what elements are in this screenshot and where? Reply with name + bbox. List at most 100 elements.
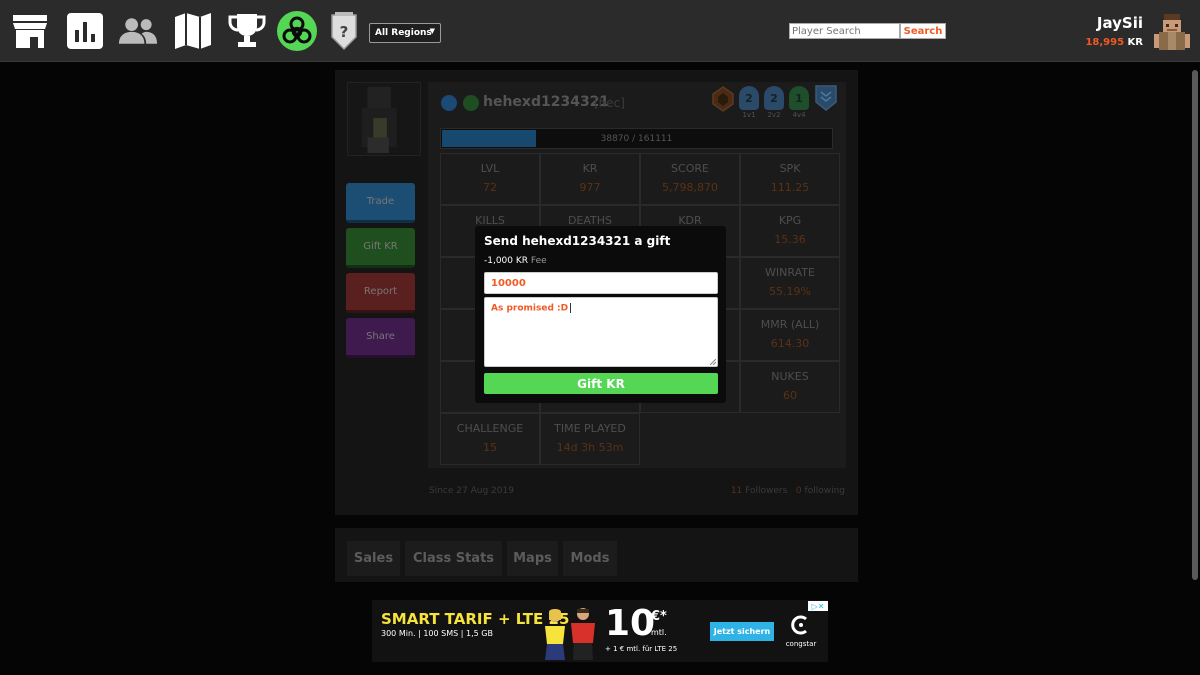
ad-person-man [571, 608, 595, 660]
unknown-rank-icon[interactable]: ? [328, 11, 360, 51]
xp-progress-bar: 38870 / 161111 [440, 128, 833, 149]
ad-price-note: + 1 € mtl. für LTE 25 [605, 645, 678, 653]
ad-cta-button[interactable]: Jetzt sichern [710, 622, 774, 641]
stat-label: CHALLENGE [456, 422, 524, 435]
kr-balance: 18,995 KR [1085, 37, 1143, 48]
share-button[interactable]: Share [346, 318, 415, 358]
stat-value: 15.36 [774, 233, 806, 246]
stat-value: 5,798,870 [662, 181, 718, 194]
rank-label-4v4: 4v4 [792, 111, 806, 119]
gift-modal-title: Send hehexd1234321 a gift [484, 234, 671, 248]
rank-badge-1v1-value: 2 [745, 91, 753, 105]
follow-counts: 11 Followers 0 following [731, 486, 845, 496]
stat-value: 14d 3h 53m [556, 441, 624, 454]
kr-unit: KR [1127, 37, 1143, 48]
friends-icon[interactable] [118, 11, 158, 51]
text-caret [570, 303, 572, 313]
region-select[interactable]: All Regions ▼ [369, 23, 441, 43]
trade-button[interactable]: Trade [346, 183, 415, 223]
report-button[interactable]: Report [346, 273, 415, 313]
stat-cell: LVL 72 [440, 153, 540, 205]
gift-message-value: As promised :D [491, 303, 569, 314]
following-count[interactable]: 0 [796, 486, 802, 496]
season-badge-icon [815, 85, 837, 111]
stat-value: 111.25 [770, 181, 810, 194]
profile-clan[interactable]: [hec] [594, 96, 625, 110]
username[interactable]: JaySii [1097, 14, 1143, 32]
followers-label[interactable]: Followers [745, 486, 787, 496]
stat-cell: CHALLENGE 15 [440, 413, 540, 465]
gift-fee: -1,000 KR Fee [484, 256, 547, 266]
resize-handle-icon[interactable] [710, 359, 716, 365]
profile-name: hehexd1234321 [483, 94, 610, 110]
stat-cell: KR 977 [540, 153, 640, 205]
store-icon[interactable] [10, 11, 50, 51]
stat-label: LVL [480, 162, 500, 175]
tab-maps[interactable]: Maps [507, 541, 558, 576]
biohazard-icon[interactable] [277, 11, 317, 51]
ad-price: 10 [605, 603, 656, 644]
clan-icon [463, 95, 479, 111]
gift-amount-value: 10000 [491, 277, 526, 289]
stat-label: KR [582, 162, 598, 175]
ad-subline: 300 Min. | 100 SMS | 1,5 GB [381, 629, 493, 638]
kr-amount: 18,995 [1085, 37, 1125, 48]
ad-close-icon[interactable]: ▷✕ [808, 601, 828, 611]
stat-value: 55.19% [769, 285, 811, 298]
gift-message-textarea[interactable]: As promised :D [484, 297, 718, 367]
tab-class-stats[interactable]: Class Stats [405, 541, 502, 576]
svg-text:?: ? [340, 23, 349, 41]
report-button-label: Report [363, 286, 398, 297]
stat-value: 977 [579, 181, 601, 194]
tab-sales[interactable]: Sales [347, 541, 400, 576]
followers-count[interactable]: 11 [731, 486, 742, 496]
gift-kr-submit-button[interactable]: Gift KR [484, 373, 718, 394]
ad-brand: congstar [785, 640, 817, 648]
gift-fee-label: Fee [530, 256, 547, 266]
map-icon[interactable] [173, 11, 213, 51]
gift-kr-button-label: Gift KR [363, 241, 398, 252]
congstar-logo-icon [791, 615, 807, 635]
rank-label-2v2: 2v2 [767, 111, 781, 119]
stat-cell: SPK 111.25 [740, 153, 840, 205]
stat-label: WINRATE [765, 266, 815, 279]
page-scrollbar[interactable] [1192, 70, 1198, 580]
stat-cell: MMR (ALL) 614.30 [740, 309, 840, 361]
ad-price-unit: €* [651, 609, 667, 624]
stat-label: TIME PLAYED [554, 422, 626, 435]
rank-badge-2v2-value: 2 [770, 91, 778, 105]
gift-kr-button[interactable]: Gift KR [346, 228, 415, 268]
stat-cell: TIME PLAYED 14d 3h 53m [540, 413, 640, 465]
ad-person-woman [545, 609, 565, 660]
region-select-label: All Regions [375, 28, 432, 38]
search-button[interactable]: Search [900, 23, 946, 39]
trade-button-label: Trade [366, 196, 395, 207]
stat-value: 60 [783, 389, 797, 402]
following-label[interactable]: following [805, 486, 845, 496]
user-avatar[interactable] [1153, 12, 1191, 50]
stat-value: 72 [483, 181, 497, 194]
stat-cell: NUKES 60 [740, 361, 840, 413]
dropdown-arrow-icon: ▼ [429, 27, 435, 35]
stat-label: KPG [778, 214, 802, 227]
player-skin [347, 82, 421, 156]
competitive-rank-icon [712, 86, 734, 112]
ad-price-period: mtl. [651, 628, 667, 637]
member-since: Since 27 Aug 2019 [429, 486, 514, 496]
stat-value: 15 [483, 441, 497, 454]
rank-badge-4v4-value: 1 [795, 91, 803, 105]
rank-label-1v1: 1v1 [742, 111, 756, 119]
trophy-icon[interactable] [227, 11, 267, 51]
rank-badge-4v4: 1 [789, 86, 809, 110]
stat-label: NUKES [771, 370, 809, 383]
player-search-input[interactable] [789, 23, 900, 39]
share-button-label: Share [366, 331, 395, 342]
stats-icon[interactable] [65, 11, 105, 51]
stat-label: SPK [779, 162, 801, 175]
gift-amount-input[interactable]: 10000 [484, 272, 718, 294]
stat-value: 614.30 [770, 337, 810, 350]
rank-badge-2v2: 2 [764, 86, 784, 110]
stat-label: SCORE [671, 162, 709, 175]
tab-mods[interactable]: Mods [563, 541, 617, 576]
stat-cell: KPG 15.36 [740, 205, 840, 257]
